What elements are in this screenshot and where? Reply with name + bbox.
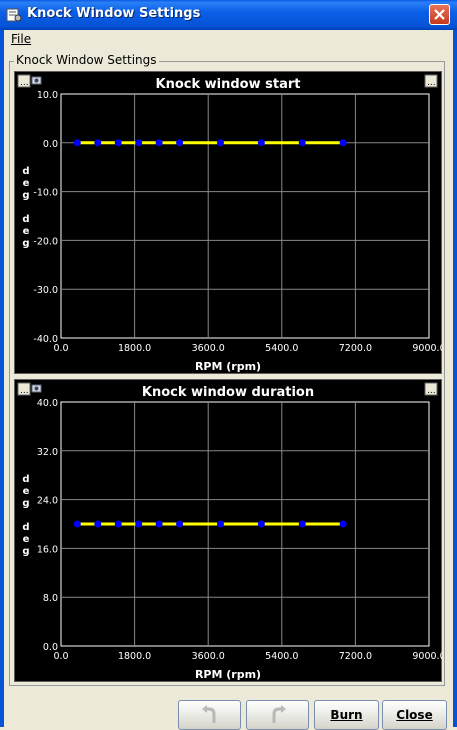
chart-svg: ... ... Knock window start 0.0 1800.0 3600… bbox=[14, 71, 442, 374]
y-axis-label-char: g bbox=[22, 546, 29, 557]
y-tick-label: 32.0 bbox=[37, 447, 58, 458]
burn-label: Burn bbox=[330, 708, 363, 722]
app-icon bbox=[6, 8, 22, 22]
data-point bbox=[176, 520, 184, 528]
group-title: Knock Window Settings bbox=[14, 53, 159, 67]
chart-knock-window-duration[interactable]: ... ... Knock window duration 0.0 1800.0 3… bbox=[14, 379, 442, 682]
camera-icon[interactable] bbox=[31, 384, 42, 393]
close-icon bbox=[434, 9, 445, 20]
x-tick-label: 9000.0 bbox=[412, 651, 442, 662]
y-axis-label-char: d bbox=[22, 166, 29, 177]
y-tick-label: 0.0 bbox=[43, 139, 58, 150]
data-point bbox=[94, 520, 102, 528]
chart-title: Knock window duration bbox=[142, 385, 314, 400]
y-tick-label: -20.0 bbox=[33, 236, 58, 247]
data-point bbox=[114, 520, 122, 528]
x-tick-label: 9000.0 bbox=[412, 343, 442, 354]
data-point bbox=[216, 520, 224, 528]
x-tick-label: 7200.0 bbox=[339, 651, 372, 662]
chart-title: Knock window start bbox=[156, 77, 301, 92]
data-point bbox=[257, 139, 265, 147]
chart-svg: ... ... Knock window duration 0.0 1800.0 3… bbox=[14, 379, 442, 682]
x-tick-label: 1800.0 bbox=[118, 651, 151, 662]
burn-button[interactable]: Burn bbox=[314, 700, 379, 730]
chart-knock-window-start[interactable]: ... ... Knock window start 0.0 1800.0 3600… bbox=[14, 71, 442, 374]
y-tick-label: -30.0 bbox=[33, 285, 58, 296]
y-tick-label: 0.0 bbox=[43, 642, 58, 653]
data-point bbox=[73, 520, 81, 528]
x-tick-label: 3600.0 bbox=[192, 651, 225, 662]
data-point bbox=[176, 139, 184, 147]
x-axis-label: RPM (rpm) bbox=[195, 668, 261, 681]
menu-file[interactable]: File bbox=[11, 32, 31, 46]
menu-bar: File bbox=[4, 30, 453, 48]
camera-icon[interactable] bbox=[31, 76, 42, 85]
y-tick-label: 40.0 bbox=[37, 398, 58, 409]
window-frame-right bbox=[453, 30, 457, 727]
y-axis-label-char: g bbox=[22, 238, 29, 249]
chart-background bbox=[14, 379, 442, 682]
x-tick-label: 7200.0 bbox=[339, 343, 372, 354]
data-point bbox=[298, 139, 306, 147]
chart-background bbox=[14, 71, 442, 374]
y-tick-label: 16.0 bbox=[37, 544, 58, 555]
y-axis-label-char: g bbox=[22, 498, 29, 509]
undo-button[interactable] bbox=[178, 700, 241, 730]
window-title: Knock Window Settings bbox=[27, 6, 201, 21]
close-window-button[interactable] bbox=[429, 4, 450, 25]
redo-button[interactable] bbox=[246, 700, 309, 730]
data-point bbox=[339, 139, 347, 147]
y-axis-label-char: e bbox=[23, 534, 30, 545]
y-tick-label: 24.0 bbox=[37, 496, 58, 507]
title-bar: Knock Window Settings bbox=[0, 0, 457, 30]
y-axis-label-char: e bbox=[23, 178, 30, 189]
close-label: Close bbox=[396, 708, 433, 722]
y-tick-label: 10.0 bbox=[37, 90, 58, 101]
x-tick-label: 1800.0 bbox=[118, 343, 151, 354]
x-tick-label: 5400.0 bbox=[265, 651, 298, 662]
x-axis-label: RPM (rpm) bbox=[195, 360, 261, 373]
x-tick-label: 3600.0 bbox=[192, 343, 225, 354]
data-point bbox=[339, 520, 347, 528]
undo-icon bbox=[201, 705, 215, 723]
data-point bbox=[216, 139, 224, 147]
data-point bbox=[155, 520, 163, 528]
y-tick-label: -40.0 bbox=[33, 334, 58, 345]
data-point bbox=[94, 139, 102, 147]
y-axis-label-char: d bbox=[22, 522, 29, 533]
y-axis-label-char: d bbox=[22, 214, 29, 225]
data-point bbox=[114, 139, 122, 147]
y-axis-label-char: e bbox=[23, 486, 30, 497]
close-button[interactable]: Close bbox=[382, 700, 447, 730]
chart-menu-dots: ... bbox=[20, 78, 29, 88]
x-tick-label: 5400.0 bbox=[265, 343, 298, 354]
data-point bbox=[135, 520, 143, 528]
chart-options-dots: ... bbox=[427, 386, 436, 396]
y-axis-label-char: d bbox=[22, 474, 29, 485]
y-tick-label: 8.0 bbox=[43, 593, 58, 604]
chart-menu-dots: ... bbox=[20, 386, 29, 396]
data-point bbox=[73, 139, 81, 147]
y-tick-label: -10.0 bbox=[33, 188, 58, 199]
data-point bbox=[135, 139, 143, 147]
y-axis-label-char: e bbox=[23, 226, 30, 237]
data-point bbox=[298, 520, 306, 528]
redo-icon bbox=[272, 705, 286, 723]
data-point bbox=[155, 139, 163, 147]
chart-options-dots: ... bbox=[427, 78, 436, 88]
y-axis-label-char: g bbox=[22, 190, 29, 201]
data-point bbox=[257, 520, 265, 528]
